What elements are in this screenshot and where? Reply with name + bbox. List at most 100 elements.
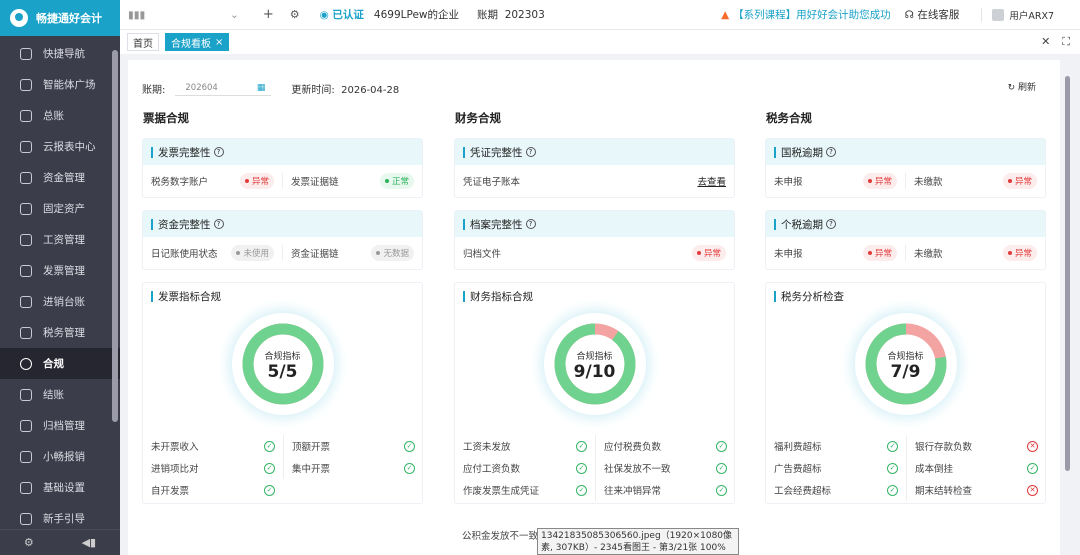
accent-bar — [774, 218, 776, 230]
check-circle-icon: ✓ — [576, 462, 587, 474]
indicator-item: 进销项比对 ✓ — [143, 457, 283, 479]
close-tab-icon[interactable]: × — [215, 37, 223, 48]
sidebar-item-8[interactable]: 进销台账 — [0, 286, 120, 317]
indicator-item: 往来冲销异常 ✓ — [595, 479, 734, 501]
compliance-board: 账期: 202604 ▦ 更新时间: 2026-04-28 ↻ 刷新 票据合规 发票… — [128, 60, 1060, 555]
indicator-panel: 税务分析检查 合规指标 7/9 福利费超标 ✓ 银行存款负数 ✕ 广告费超标 ✓ 成本倒挂 ✓ 工会经… — [765, 282, 1046, 504]
indicator-item: 工会经费超标 ✓ — [766, 479, 906, 501]
sidebar-item-9[interactable]: 税务管理 — [0, 317, 120, 348]
fullscreen-icon[interactable]: ⛶ — [1062, 35, 1070, 49]
updated-time: 更新时间: 2026-04-28 — [291, 84, 400, 96]
course-link[interactable]: ▲ 【系列课程】用好好会计助您成功 — [721, 7, 891, 22]
check-circle-icon: ✓ — [264, 462, 275, 474]
close-icon[interactable]: ✕ — [1041, 35, 1050, 49]
status-badge: 异常 — [239, 173, 274, 189]
chart-icon — [20, 140, 32, 153]
gear-icon[interactable]: ⚙ — [290, 8, 300, 21]
view-link[interactable]: 去查看 — [697, 174, 726, 188]
check-circle-icon: ✓ — [716, 440, 727, 452]
collapse-sidebar-icon[interactable]: ◀▮ — [82, 536, 97, 549]
sidebar-item-label: 总账 — [43, 110, 64, 122]
content-scrollbar[interactable] — [1065, 76, 1070, 471]
sidebar-item-13[interactable]: 小畅报销 — [0, 441, 120, 472]
indicator-label: 社保发放不一致 — [604, 464, 671, 475]
sidebar-item-5[interactable]: 固定资产 — [0, 193, 120, 224]
certified-badge: ◉ 已认证 — [319, 9, 364, 21]
check-card: 凭证完整性? 凭证电子账本 去查看 — [454, 138, 735, 198]
sidebar-item-10[interactable]: 合规 — [0, 348, 120, 379]
help-icon[interactable]: ? — [213, 147, 224, 157]
sidebar-item-label: 进销台账 — [43, 296, 85, 308]
help-icon[interactable]: ? — [826, 147, 836, 157]
indicator-label: 银行存款负数 — [915, 442, 973, 453]
indicator-item: 应缴增值税结转余额✕ — [455, 501, 734, 503]
card-title: 个税逾期 — [781, 218, 823, 231]
invoice-icon — [20, 264, 32, 277]
indicator-label: 未开票收入 — [151, 442, 199, 453]
compliance-donut: 合规指标 9/10 — [543, 313, 646, 415]
indicator-item: 银行存款负数 ✕ — [906, 435, 1045, 457]
sidebar-item-14[interactable]: 基础设置 — [0, 472, 120, 503]
status-badge: 异常 — [691, 245, 726, 261]
help-icon[interactable]: ? — [826, 219, 836, 229]
tax-icon — [20, 326, 32, 339]
check-label: 发票证据链 — [291, 177, 339, 188]
check-label: 未缴款 — [914, 249, 943, 260]
sidebar-item-label: 发票管理 — [43, 265, 85, 277]
sidebar-item-label: 资金管理 — [43, 172, 85, 184]
donut-label: 合规指标 — [576, 352, 613, 362]
online-service-link[interactable]: ☊ 在线客服 — [905, 7, 960, 22]
help-icon[interactable]: ? — [525, 219, 536, 229]
indicator-panel: 财务指标合规 合规指标 9/10 工资未发放 ✓ 应付税费负数 ✓ 应付工资负数 ✓ 社保发放不一… — [454, 282, 735, 504]
sidebar-item-2[interactable]: 总账 — [0, 100, 120, 131]
indicator-label: 工会经费超标 — [774, 486, 832, 497]
card-title: 国税逾期 — [781, 146, 823, 159]
refresh-button[interactable]: ↻ 刷新 — [1008, 80, 1036, 93]
check-circle-icon: ✓ — [716, 484, 727, 496]
help-icon[interactable]: ? — [525, 147, 536, 157]
sidebar-item-12[interactable]: 归档管理 — [0, 410, 120, 441]
add-icon[interactable]: + — [263, 7, 274, 22]
tab-home[interactable]: 首页 — [127, 33, 159, 51]
panel-title: 税务分析检查 — [781, 290, 844, 303]
sidebar: 畅捷通好会计 快捷导航 智能体广场总账云报表中心资金管理固定资产 工资管理发票管理进… — [0, 0, 120, 555]
error-circle-icon: ✕ — [1027, 484, 1038, 496]
sidebar-item-1[interactable]: 智能体广场 — [0, 69, 120, 100]
filter-bar: 账期: 202604 ▦ 更新时间: 2026-04-28 — [142, 80, 399, 96]
cloud-logo-icon — [10, 9, 28, 27]
card-title: 发票完整性 — [158, 146, 211, 159]
sidebar-item-4[interactable]: 资金管理 — [0, 162, 120, 193]
period-picker[interactable]: 202604 ▦ — [175, 80, 272, 96]
check-circle-icon: ✓ — [887, 440, 898, 452]
sidebar-scrollbar[interactable] — [112, 50, 118, 422]
user-menu[interactable]: 用户ARX7 — [981, 7, 1054, 22]
check-circle-icon: ✓ — [887, 462, 898, 474]
sidebar-item-label: 云报表中心 — [43, 141, 96, 153]
indicator-label: 顶额开票 — [292, 442, 331, 453]
chevron-down-icon[interactable]: ⌄ — [230, 9, 239, 21]
accent-bar — [774, 146, 776, 158]
period-label: 账期: — [142, 84, 166, 96]
sidebar-item-label: 新手引导 — [43, 513, 85, 525]
company-selector[interactable]: ▮▮▮ — [128, 9, 208, 21]
home-icon — [20, 47, 32, 60]
check-label: 资金证据链 — [291, 249, 339, 260]
settings-gear-icon[interactable]: ⚙ — [24, 536, 34, 549]
check-circle-icon: ✓ — [264, 440, 275, 452]
sidebar-item-3[interactable]: 云报表中心 — [0, 131, 120, 162]
panel-title: 财务指标合规 — [470, 290, 533, 303]
sidebar-item-11[interactable]: 结账 — [0, 379, 120, 410]
check-label: 日记账使用状态 — [151, 249, 218, 260]
sidebar-item-6[interactable]: 工资管理 — [0, 224, 120, 255]
sidebar-item-0[interactable]: 快捷导航 — [0, 38, 120, 69]
card-title: 凭证完整性 — [470, 146, 523, 159]
tab-compliance-board[interactable]: 合规看板 × — [165, 33, 230, 51]
column-title: 财务合规 — [455, 111, 501, 125]
help-icon[interactable]: ? — [213, 219, 224, 229]
refresh-icon: ↻ — [1007, 83, 1016, 93]
status-badge: 异常 — [1002, 173, 1037, 189]
indicator-label: 应付工资负数 — [463, 464, 521, 475]
check-circle-icon: ✓ — [264, 484, 275, 496]
sidebar-item-7[interactable]: 发票管理 — [0, 255, 120, 286]
app-logo[interactable]: 畅捷通好会计 — [0, 0, 120, 36]
